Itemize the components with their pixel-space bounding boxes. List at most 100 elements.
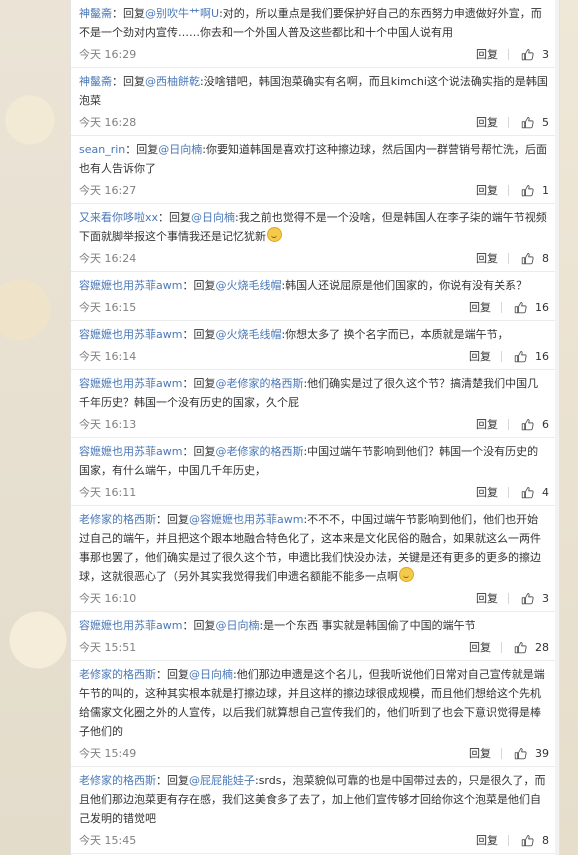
reply-prefix: ：回复: [156, 513, 189, 526]
like-count: 8: [542, 833, 549, 847]
action-divider: [501, 350, 502, 362]
like-button[interactable]: 28: [514, 641, 549, 654]
mention-link[interactable]: @屁屁能娃子: [189, 774, 255, 787]
comment-username[interactable]: sean_rin: [79, 143, 125, 156]
mention-link[interactable]: @西柚餅乾: [145, 75, 200, 88]
mention-link[interactable]: @老修家的格西斯: [215, 377, 303, 390]
reply-button[interactable]: 回复: [476, 416, 498, 432]
scrollbar[interactable]: [555, 0, 559, 855]
mention-link[interactable]: @日向楠: [189, 668, 233, 681]
mention-link[interactable]: @日向楠: [215, 619, 259, 632]
comment-username[interactable]: 神鬣斋: [79, 75, 112, 88]
comment-meta: 今天 15:45 回复 8: [79, 830, 549, 850]
mention-link[interactable]: @火烧毛线帽: [215, 328, 281, 341]
comment-text-block: 容嬷嬷也用苏菲awm：回复@火烧毛线帽:你想太多了 换个名字而已，本质就是端午节…: [79, 325, 549, 344]
like-button[interactable]: 3: [521, 592, 549, 605]
like-button[interactable]: 6: [521, 418, 549, 431]
reply-button[interactable]: 回复: [476, 46, 498, 62]
reply-prefix: ：回复: [182, 377, 216, 390]
comment-text-block: 容嬷嬷也用苏菲awm：回复@日向楠:是一个东西 事实就是韩国偷了中国的端午节: [79, 616, 549, 635]
reply-button[interactable]: 回复: [476, 114, 498, 130]
like-count: 28: [535, 640, 549, 654]
action-divider: [508, 116, 509, 128]
comment-text-block: 老修家的格西斯：回复@日向楠:他们那边申遗是这个名儿，但我听说他们日常对自己宣传…: [79, 665, 549, 741]
comment-username[interactable]: 容嬷嬷也用苏菲awm: [79, 328, 182, 341]
comment-username[interactable]: 老修家的格西斯: [79, 668, 156, 681]
comment-timestamp: 今天 16:28: [79, 116, 137, 129]
emoji-icon: [399, 567, 414, 582]
comment-username[interactable]: 老修家的格西斯: [79, 774, 156, 787]
like-button[interactable]: 5: [521, 116, 549, 129]
reply-button[interactable]: 回复: [469, 745, 491, 761]
emoji-icon: [267, 227, 282, 242]
comment-timestamp: 今天 15:45: [79, 834, 137, 847]
mention-link[interactable]: @别吹牛艹啊U: [145, 7, 219, 20]
like-button[interactable]: 16: [514, 301, 549, 314]
comment-username[interactable]: 容嬷嬷也用苏菲awm: [79, 619, 182, 632]
comment-username[interactable]: 神鬣斋: [79, 7, 112, 20]
like-button[interactable]: 39: [514, 747, 549, 760]
comment-username[interactable]: 又来看你哆啦xx: [79, 211, 158, 224]
mention-link[interactable]: @日向楠: [191, 211, 235, 224]
mention-link[interactable]: @容嬷嬷也用苏菲awm: [189, 513, 303, 526]
like-count: 16: [535, 349, 549, 363]
mention-link[interactable]: @老修家的格西斯: [215, 445, 303, 458]
comment-username[interactable]: 容嬷嬷也用苏菲awm: [79, 279, 182, 292]
reply-button[interactable]: 回复: [476, 182, 498, 198]
comment-item: 容嬷嬷也用苏菲awm：回复@火烧毛线帽:韩国人还说屈原是他们国家的，你说有没有关…: [71, 272, 559, 321]
comment-username[interactable]: 容嬷嬷也用苏菲awm: [79, 377, 182, 390]
like-count: 4: [542, 485, 549, 499]
like-button[interactable]: 1: [521, 184, 549, 197]
comment-text-block: 神鬣斋：回复@别吹牛艹啊U:对的，所以重点是我们要保护好自己的东西努力申遗做好外…: [79, 4, 549, 42]
reply-button[interactable]: 回复: [476, 484, 498, 500]
reply-button[interactable]: 回复: [476, 590, 498, 606]
comment-item: 容嬷嬷也用苏菲awm：回复@火烧毛线帽:你想太多了 换个名字而已，本质就是端午节…: [71, 321, 559, 370]
reply-button[interactable]: 回复: [476, 250, 498, 266]
thumbs-up-icon: [514, 301, 527, 313]
comment-item: 又来看你哆啦xx：回复@日向楠:我之前也觉得不是一个没啥，但是韩国人在李子柒的端…: [71, 204, 559, 272]
like-count: 1: [542, 183, 549, 197]
reply-button[interactable]: 回复: [469, 348, 491, 364]
comment-username[interactable]: 容嬷嬷也用苏菲awm: [79, 445, 182, 458]
comment-actions: 回复 3: [476, 46, 549, 62]
comment-timestamp: 今天 15:51: [79, 641, 137, 654]
comment-item: sean_rin：回复@日向楠:你要知道韩国是喜欢打这种擦边球，然后国内一群营销…: [71, 136, 559, 204]
comment-actions: 回复 3: [476, 590, 549, 606]
reply-prefix: ：回复: [156, 668, 189, 681]
comment-item: 神鬣斋：回复@西柚餅乾:没啥错吧，韩国泡菜确实有名啊，而且kimchi这个说法确…: [71, 68, 559, 136]
action-divider: [508, 592, 509, 604]
reply-prefix: ：回复: [182, 445, 216, 458]
like-button[interactable]: 4: [521, 486, 549, 499]
comment-actions: 回复 4: [476, 484, 549, 500]
like-count: 6: [542, 417, 549, 431]
reply-prefix: ：回复: [182, 619, 216, 632]
like-count: 3: [542, 47, 549, 61]
comment-meta: 今天 15:49 回复 39: [79, 743, 549, 763]
like-button[interactable]: 8: [521, 252, 549, 265]
like-count: 3: [542, 591, 549, 605]
mention-link[interactable]: @日向楠: [158, 143, 202, 156]
comment-text-block: sean_rin：回复@日向楠:你要知道韩国是喜欢打这种擦边球，然后国内一群营销…: [79, 140, 549, 178]
like-button[interactable]: 8: [521, 834, 549, 847]
reply-prefix: ：回复: [112, 75, 145, 88]
thumbs-up-icon: [521, 184, 534, 196]
comment-body: :韩国人还说屈原是他们国家的，你说有没有关系？: [281, 279, 528, 292]
like-count: 16: [535, 300, 549, 314]
reply-button[interactable]: 回复: [469, 639, 491, 655]
reply-button[interactable]: 回复: [469, 299, 491, 315]
action-divider: [508, 834, 509, 846]
comment-meta: 今天 16:24 回复 8: [79, 248, 549, 268]
mention-link[interactable]: @火烧毛线帽: [215, 279, 281, 292]
comment-item: 神鬣斋：回复@别吹牛艹啊U:对的，所以重点是我们要保护好自己的东西努力申遗做好外…: [71, 0, 559, 68]
comment-item: 容嬷嬷也用苏菲awm：回复@老修家的格西斯:中国过端午节影响到他们？韩国一个没有…: [71, 438, 559, 506]
comment-item: 容嬷嬷也用苏菲awm：回复@老修家的格西斯:他们确实是过了很久这个节？搞清楚我们…: [71, 370, 559, 438]
like-button[interactable]: 16: [514, 350, 549, 363]
thumbs-up-icon: [521, 116, 534, 128]
comment-username[interactable]: 老修家的格西斯: [79, 513, 156, 526]
comment-item: 老修家的格西斯：回复@屁屁能娃子:srds，泡菜貌似可靠的也是中国带过去的，只是…: [71, 767, 559, 854]
like-button[interactable]: 3: [521, 48, 549, 61]
thumbs-up-icon: [521, 834, 534, 846]
comment-item: 老修家的格西斯：回复@日向楠:他们那边申遗是这个名儿，但我听说他们日常对自己宣传…: [71, 661, 559, 767]
reply-button[interactable]: 回复: [476, 832, 498, 848]
thumbs-up-icon: [521, 592, 534, 604]
